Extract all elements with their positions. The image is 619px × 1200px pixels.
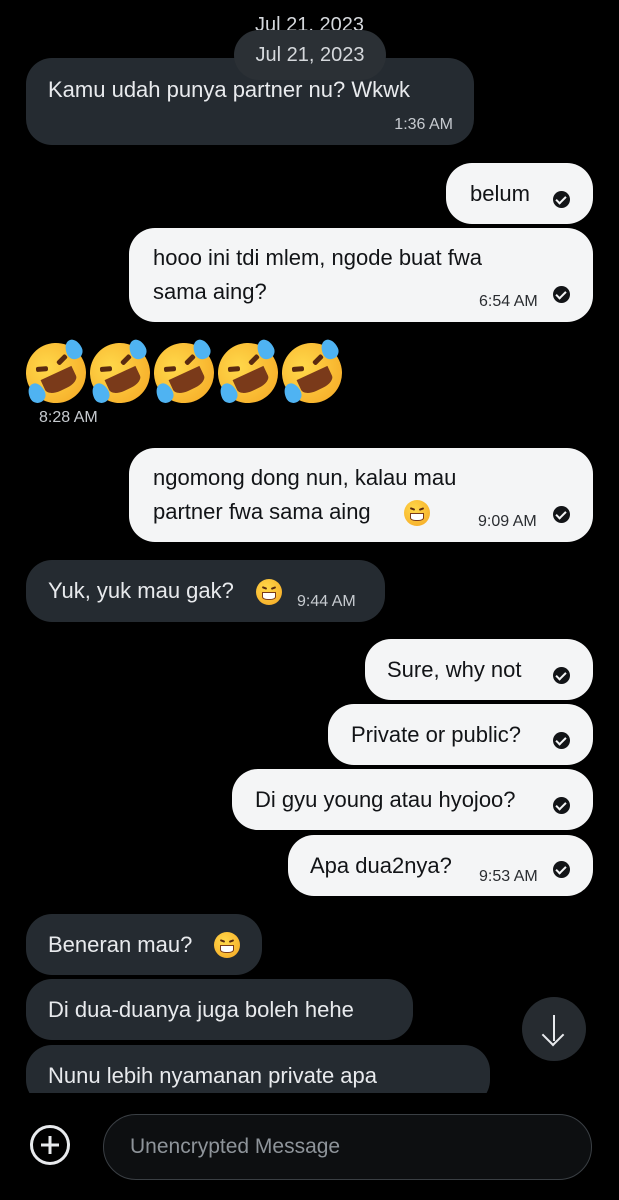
delivered-check-icon (553, 191, 570, 208)
message-bubble-outgoing[interactable]: hooo ini tdi mlem, ngode buat fwa sama a… (129, 228, 593, 322)
emoji-only-message[interactable] (16, 333, 352, 413)
message-text: Private or public? (351, 722, 521, 747)
message-text: belum (470, 181, 530, 206)
delivered-check-icon (553, 667, 570, 684)
message-text: Beneran mau? (48, 932, 193, 957)
message-text-line: partner fwa sama aing (153, 499, 371, 524)
message-text-line: hooo ini tdi mlem, ngode buat fwa (153, 245, 482, 270)
grinning-sweat-face-icon (214, 932, 240, 958)
message-text-line: ngomong dong nun, kalau mau (153, 465, 457, 490)
message-timestamp: 9:09 AM (478, 513, 537, 530)
delivered-check-icon (553, 732, 570, 749)
message-input[interactable] (103, 1114, 592, 1180)
message-bubble-outgoing[interactable]: Di gyu young atau hyojoo? (232, 769, 593, 830)
rolling-on-floor-laughing-icon (208, 333, 288, 413)
message-bubble-incoming[interactable]: Di dua-duanya juga boleh hehe (26, 979, 413, 1040)
message-timestamp: 9:53 AM (479, 868, 538, 885)
message-text: Di dua-duanya juga boleh hehe (48, 997, 354, 1022)
rolling-on-floor-laughing-icon (144, 333, 224, 413)
delivered-check-icon (553, 797, 570, 814)
delivered-check-icon (553, 506, 570, 523)
message-text: Sure, why not (387, 657, 522, 682)
message-text: Apa dua2nya? (310, 853, 452, 878)
delivered-check-icon (553, 286, 570, 303)
rolling-on-floor-laughing-icon (272, 333, 352, 413)
message-text: Di gyu young atau hyojoo? (255, 787, 516, 812)
message-bubble-outgoing[interactable]: belum (446, 163, 593, 224)
delivered-check-icon (553, 861, 570, 878)
grinning-face-icon (404, 500, 430, 526)
message-timestamp: 6:54 AM (479, 293, 538, 310)
message-timestamp: 1:36 AM (394, 116, 453, 133)
message-timestamp: 9:44 AM (297, 593, 356, 610)
message-bubble-outgoing[interactable]: Sure, why not (365, 639, 593, 700)
sticky-date-header: Jul 21, 2023 (255, 14, 364, 30)
arrow-down-icon-head (541, 1023, 565, 1047)
date-separator-pill: Jul 21, 2023 (234, 30, 386, 80)
laughing-squint-face-icon (256, 579, 282, 605)
plus-circle-icon[interactable] (30, 1125, 70, 1165)
message-text: Nunu lebih nyamanan private apa (48, 1063, 378, 1088)
message-bubble-incoming[interactable]: Beneran mau? (26, 914, 262, 975)
rolling-on-floor-laughing-icon (16, 333, 96, 413)
message-text: Yuk, yuk mau gak? (48, 578, 234, 603)
rolling-on-floor-laughing-icon (80, 333, 160, 413)
message-timestamp: 8:28 AM (39, 409, 98, 426)
message-text-line: sama aing? (153, 279, 267, 304)
message-bubble-outgoing[interactable]: ngomong dong nun, kalau mau partner fwa … (129, 448, 593, 542)
message-bubble-outgoing[interactable]: Private or public? (328, 704, 593, 765)
message-bubble-incoming[interactable]: Yuk, yuk mau gak? 9:44 AM (26, 560, 385, 622)
scroll-to-bottom-button[interactable] (522, 997, 586, 1061)
message-bubble-outgoing[interactable]: Apa dua2nya? 9:53 AM (288, 835, 593, 896)
